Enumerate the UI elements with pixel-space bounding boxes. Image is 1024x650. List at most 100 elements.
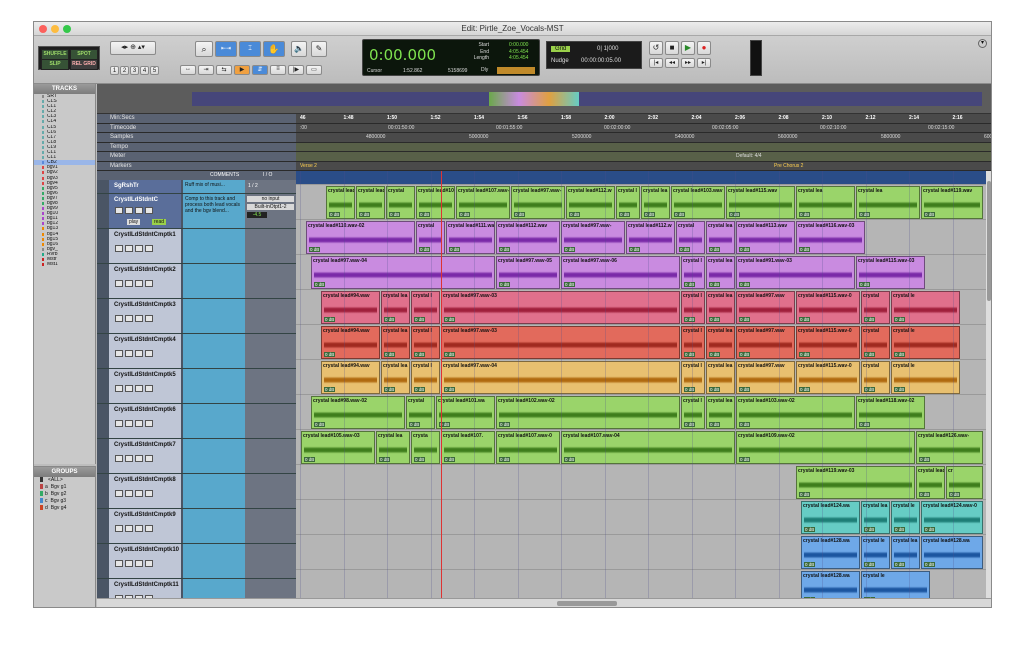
record-button[interactable]	[115, 525, 123, 532]
audio-clip[interactable]: crystal lead#102.wav-02 0 dB	[496, 396, 680, 429]
audio-clip[interactable]: crystal lead#110.wa 0 dB	[916, 466, 945, 499]
loop-icon[interactable]: ↺	[649, 41, 663, 55]
track-automation-mode[interactable]: read	[152, 219, 167, 225]
clip-gain[interactable]: 0 dB	[324, 387, 336, 392]
record-button[interactable]	[115, 245, 123, 252]
clip-gain[interactable]: 0 dB	[919, 492, 931, 497]
audio-clip[interactable]: crystal lead#91.wav-03 0 dB	[736, 256, 855, 289]
trim-tool-icon[interactable]: ⇤⇥	[215, 41, 237, 57]
audio-clip[interactable]: crystal lead#103.wav 0 dB	[671, 186, 725, 219]
audio-clip[interactable]: crystal lead#115.wav 0 dB	[726, 186, 795, 219]
clip-gain[interactable]: 0 dB	[414, 457, 426, 462]
clip-gain[interactable]: 0 dB	[419, 212, 431, 217]
play-icon[interactable]: ▶	[681, 41, 695, 55]
clip-gain[interactable]: 0 dB	[414, 317, 426, 322]
go-to-start-icon[interactable]: |◂	[649, 58, 663, 68]
audio-clip[interactable]: crystal l 0 dB	[411, 361, 440, 394]
clip-gain[interactable]: 0 dB	[564, 247, 576, 252]
track-header[interactable]: CrystlLdStdntCmptk7	[97, 439, 296, 474]
audio-clip[interactable]: crystal lea 0 dB	[381, 361, 410, 394]
group-item[interactable]: a Bgv g1	[34, 484, 95, 491]
speaker-icon[interactable]: 🔈	[291, 41, 307, 57]
audio-clip[interactable]: crystal lea 0 dB	[706, 221, 735, 254]
grabber-tool-icon[interactable]: ✋	[263, 41, 285, 57]
ruler-label[interactable]: Min:Secs	[97, 114, 296, 123]
stop-icon[interactable]: ■	[665, 41, 679, 55]
zoom-preset-5[interactable]: 5	[150, 66, 159, 75]
track-header[interactable]: CrystlLdStdntCmptk3	[97, 299, 296, 334]
mute-button[interactable]	[145, 245, 153, 252]
insertion-follows-icon[interactable]: ▶	[234, 65, 250, 75]
audio-clip[interactable]: crystal lead#112.wav 0 dB	[496, 221, 560, 254]
clip-gain[interactable]: 0 dB	[629, 247, 641, 252]
ruler-label[interactable]: Samples	[97, 133, 296, 142]
audio-clip[interactable]: crystal le 0 dB	[891, 326, 960, 359]
track-name[interactable]: CrystlLdStdntCmptk4	[114, 337, 176, 343]
clip-gain[interactable]: 0 dB	[324, 352, 336, 357]
clip-gain[interactable]: 0 dB	[384, 317, 396, 322]
audio-clip[interactable]: crystal 0 dB	[676, 221, 705, 254]
track-name[interactable]: CrystlLdStdntCmptk10	[114, 547, 179, 553]
audio-clip[interactable]: crystal lead#113.wav 0 dB	[736, 221, 795, 254]
mute-button[interactable]	[145, 455, 153, 462]
audio-clip[interactable]: crystal lead#97.wav- 0 dB	[511, 186, 565, 219]
track-name[interactable]: CrystlLdStdntCmptk3	[114, 302, 176, 308]
link-timeline-icon[interactable]: ⇥	[198, 65, 214, 75]
dly-label[interactable]: Dly	[481, 67, 488, 73]
clip-gain[interactable]: 0 dB	[924, 527, 936, 532]
universe-overview[interactable]	[97, 84, 991, 114]
clip-gain[interactable]: 0 dB	[684, 282, 696, 287]
ruler-label[interactable]: Tempo	[97, 142, 296, 151]
track-name[interactable]: CrystlLdStdntCmptk11	[114, 582, 179, 588]
audio-clip[interactable]: crystal le 0 dB	[891, 361, 960, 394]
mute-button[interactable]	[145, 385, 153, 392]
input-button[interactable]	[125, 315, 133, 322]
track-header[interactable]: CrystlLdStdntCmptk10	[97, 544, 296, 579]
record-button[interactable]	[115, 455, 123, 462]
audio-clip[interactable]: crystal lead#112.w 0 dB	[626, 221, 675, 254]
horizontal-scroll-thumb[interactable]	[557, 601, 617, 606]
audio-clip[interactable]: crystal l 0 dB	[411, 326, 440, 359]
record-button[interactable]	[115, 490, 123, 497]
clip-gain[interactable]: 0 dB	[499, 282, 511, 287]
group-item[interactable]: c Bgv g3	[34, 498, 95, 505]
input-button[interactable]	[125, 280, 133, 287]
audio-clip[interactable]: crystal lea 0 dB	[706, 396, 735, 429]
grid-value[interactable]: 0| 1|000	[597, 46, 618, 52]
clip-gain[interactable]: 0 dB	[894, 387, 906, 392]
nudge-value[interactable]: 00:00:00:05.00	[581, 58, 621, 64]
grid-mode-button[interactable]: REL GRID	[70, 59, 98, 70]
clip-gain[interactable]: 0 dB	[409, 422, 421, 427]
track-header[interactable]: CrystlLdStdntCmptk2	[97, 264, 296, 299]
solo-button[interactable]	[135, 207, 143, 214]
audio-clip[interactable]: crystal lead#109.wav-02 0 dB	[736, 431, 915, 464]
clip-gain[interactable]: 0 dB	[379, 457, 391, 462]
audio-clip[interactable]: crystal lead#124.wa 0 dB	[801, 501, 860, 534]
clip-gain[interactable]: 0 dB	[679, 247, 691, 252]
solo-button[interactable]	[135, 560, 143, 567]
clip-gain[interactable]: 0 dB	[799, 352, 811, 357]
audio-clip[interactable]: crystal lead#94.wav 0 dB	[321, 361, 380, 394]
tab-to-transient-icon[interactable]: ↔	[180, 65, 196, 75]
audio-clip[interactable]: crystal lead#97.wav- 0 dB	[561, 221, 625, 254]
audio-clip[interactable]: crystal lea 0 dB	[706, 256, 735, 289]
audio-clip[interactable]: crystal lead#94.wav 0 dB	[321, 326, 380, 359]
clip-gain[interactable]: 0 dB	[709, 387, 721, 392]
track-header[interactable]: CrystlLdStdntCmptk4	[97, 334, 296, 369]
clip-gain[interactable]: 0 dB	[414, 387, 426, 392]
vertical-scroll-thumb[interactable]	[987, 181, 991, 301]
ruler-label[interactable]: Timecode	[97, 123, 296, 132]
clip-gain[interactable]: 0 dB	[739, 352, 751, 357]
clip-gain[interactable]: 0 dB	[389, 212, 401, 217]
clip-gain[interactable]: 0 dB	[739, 457, 751, 462]
audio-clip[interactable]: crystal lead#107. 0 dB	[441, 431, 495, 464]
clip-gain[interactable]: 0 dB	[329, 212, 341, 217]
mute-button[interactable]	[145, 420, 153, 427]
clip-gain[interactable]: 0 dB	[894, 317, 906, 322]
clip-gain[interactable]: 0 dB	[304, 457, 316, 462]
audio-clip[interactable]: crystal lead#116.wav-03 0 dB	[796, 221, 865, 254]
audio-clip[interactable]: crystal lead#128.wa 0 dB	[801, 536, 860, 569]
audio-clip[interactable]: crystal lea 0 dB	[706, 291, 735, 324]
audio-clip[interactable]: crystal lead#112.w 0 dB	[566, 186, 615, 219]
audio-clip[interactable]: crystal lead#126.wav- 0 dB	[916, 431, 983, 464]
